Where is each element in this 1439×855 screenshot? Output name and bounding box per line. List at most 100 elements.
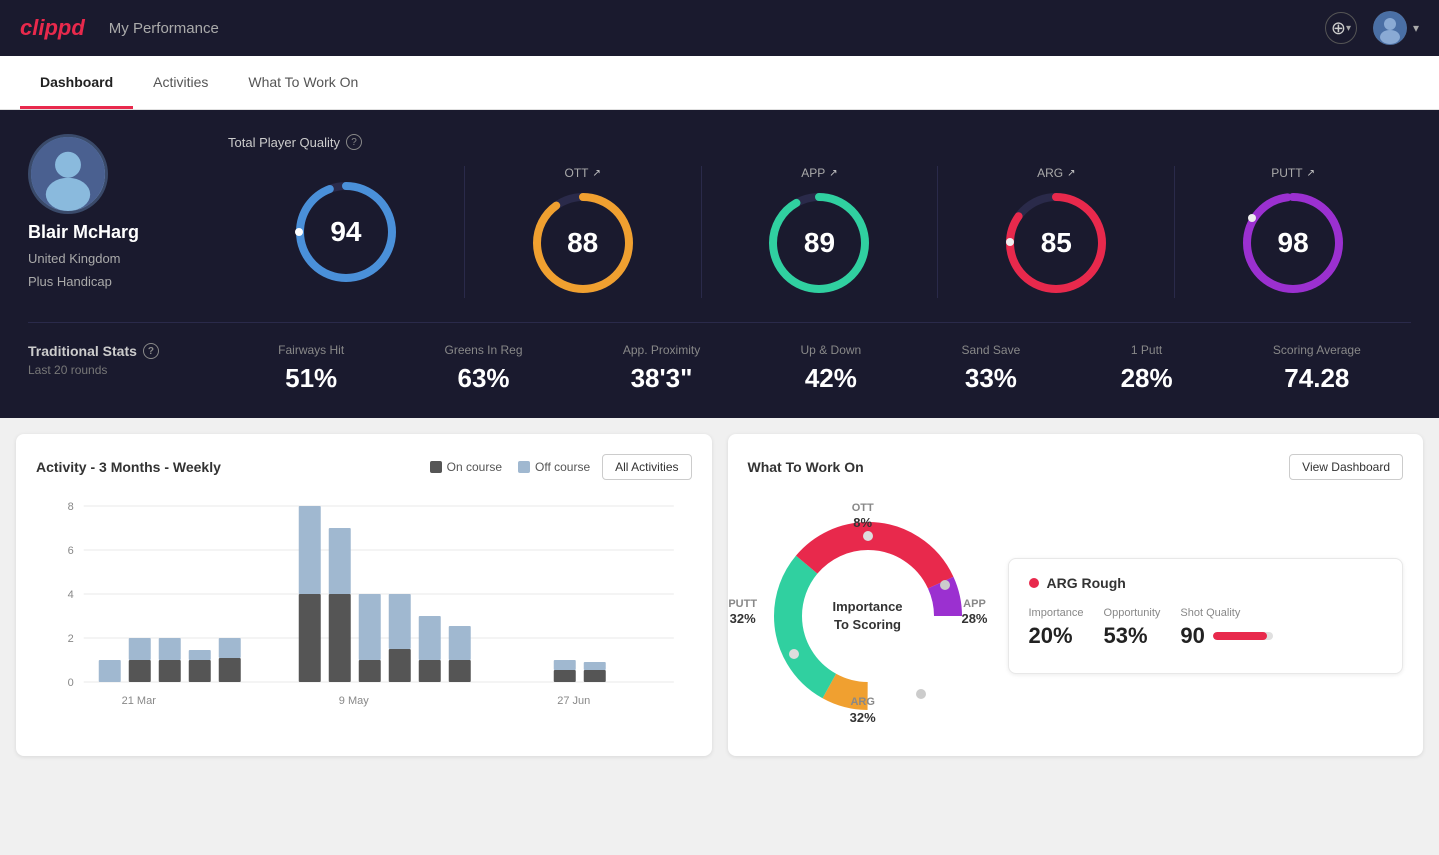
putt-value: 98 bbox=[1278, 227, 1309, 259]
view-dashboard-button[interactable]: View Dashboard bbox=[1289, 454, 1403, 480]
svg-text:27 Jun: 27 Jun bbox=[557, 695, 590, 707]
work-on-card-header: What To Work On View Dashboard bbox=[748, 454, 1404, 480]
fairways-value: 51% bbox=[285, 363, 337, 394]
arg-circle: 85 bbox=[1001, 188, 1111, 298]
putt-donut-label: PUTT 32% bbox=[728, 597, 757, 628]
traditional-stats: Traditional Stats ? Last 20 rounds Fairw… bbox=[28, 322, 1411, 394]
on-course-dot bbox=[430, 461, 442, 473]
trad-metrics: Fairways Hit 51% Greens In Reg 63% App. … bbox=[228, 343, 1411, 394]
trad-metric-sandsave: Sand Save 33% bbox=[962, 343, 1021, 394]
app-value: 89 bbox=[804, 227, 835, 259]
quality-putt: PUTT ↗ 98 bbox=[1174, 166, 1411, 298]
gir-label: Greens In Reg bbox=[444, 343, 522, 357]
arg-arrow-icon: ↗ bbox=[1067, 168, 1075, 179]
player-handicap: Plus Handicap bbox=[28, 274, 112, 289]
work-on-card: What To Work On View Dashboard bbox=[728, 434, 1424, 756]
svg-text:9 May: 9 May bbox=[339, 695, 369, 707]
app-label: APP ↗ bbox=[801, 166, 837, 180]
quality-ott: OTT ↗ 88 bbox=[464, 166, 701, 298]
arg-value: 85 bbox=[1041, 227, 1072, 259]
donut-labels: OTT 8% APP 28% ARG 32% PUTT 32% bbox=[748, 496, 988, 736]
player-name: Blair McHarg bbox=[28, 222, 139, 243]
ott-donut-label: OTT 8% bbox=[852, 501, 874, 532]
header: clippd My Performance ⊕ ▾ ▾ bbox=[0, 0, 1439, 56]
shot-quality-bar-fill bbox=[1213, 632, 1267, 640]
quality-total: 94 bbox=[228, 177, 464, 287]
stats-banner: Blair McHarg United Kingdom Plus Handica… bbox=[0, 110, 1439, 418]
header-actions: ⊕ ▾ ▾ bbox=[1325, 11, 1419, 45]
trad-metric-gir: Greens In Reg 63% bbox=[444, 343, 522, 394]
1putt-label: 1 Putt bbox=[1131, 343, 1162, 357]
quality-info-icon[interactable]: ? bbox=[346, 134, 362, 150]
legend-off-course: Off course bbox=[518, 460, 590, 474]
scoring-value: 74.28 bbox=[1284, 363, 1349, 394]
svg-text:0: 0 bbox=[68, 677, 74, 689]
ott-arrow-icon: ↗ bbox=[593, 168, 601, 179]
arg-shot-quality-metric: Shot Quality 90 bbox=[1180, 607, 1272, 649]
all-activities-button[interactable]: All Activities bbox=[602, 454, 691, 480]
trad-metric-updown: Up & Down 42% bbox=[801, 343, 862, 394]
tab-what-to-work-on[interactable]: What To Work On bbox=[228, 56, 378, 109]
tab-activities[interactable]: Activities bbox=[133, 56, 228, 109]
avatar bbox=[1373, 11, 1407, 45]
trad-metric-1putt: 1 Putt 28% bbox=[1121, 343, 1173, 394]
app-donut-label: APP 28% bbox=[961, 597, 987, 628]
player-info: Blair McHarg United Kingdom Plus Handica… bbox=[28, 134, 228, 289]
quality-circles: 94 OTT ↗ 88 bbox=[228, 166, 1411, 298]
trad-info-icon[interactable]: ? bbox=[143, 343, 159, 359]
ott-label: OTT ↗ bbox=[565, 166, 601, 180]
user-avatar-area[interactable]: ▾ bbox=[1373, 11, 1419, 45]
arg-opportunity-metric: Opportunity 53% bbox=[1104, 607, 1161, 649]
putt-arrow-icon: ↗ bbox=[1307, 168, 1315, 179]
user-chevron-icon: ▾ bbox=[1413, 21, 1419, 35]
arg-card-title: ARG Rough bbox=[1029, 575, 1383, 591]
shot-quality-bar-container: 90 bbox=[1180, 623, 1272, 649]
trad-label: Traditional Stats ? Last 20 rounds bbox=[28, 343, 228, 377]
trad-label-title: Traditional Stats ? bbox=[28, 343, 228, 359]
player-country: United Kingdom bbox=[28, 251, 121, 266]
donut-chart: Importance To Scoring OTT 8% APP 28% ARG bbox=[748, 496, 988, 736]
putt-circle: 98 bbox=[1238, 188, 1348, 298]
add-button[interactable]: ⊕ ▾ bbox=[1325, 12, 1357, 44]
work-on-content: Importance To Scoring OTT 8% APP 28% ARG bbox=[748, 496, 1404, 736]
activity-card-title: Activity - 3 Months - Weekly bbox=[36, 459, 221, 475]
activity-card-header: Activity - 3 Months - Weekly On course O… bbox=[36, 454, 692, 480]
gir-value: 63% bbox=[457, 363, 509, 394]
total-circle: 94 bbox=[291, 177, 401, 287]
arg-shot-quality-value: 90 bbox=[1180, 623, 1204, 649]
player-avatar bbox=[28, 134, 108, 214]
updown-label: Up & Down bbox=[801, 343, 862, 357]
trad-metric-proximity: App. Proximity 38'3" bbox=[623, 343, 700, 394]
stats-top: Blair McHarg United Kingdom Plus Handica… bbox=[28, 134, 1411, 298]
arg-donut-label: ARG 32% bbox=[850, 695, 876, 726]
app-arrow-icon: ↗ bbox=[829, 168, 837, 179]
arg-detail-card: ARG Rough Importance 20% Opportunity 53%… bbox=[1008, 558, 1404, 674]
work-on-title: What To Work On bbox=[748, 459, 864, 475]
chart-legend: On course Off course bbox=[430, 460, 591, 474]
arg-card-metrics: Importance 20% Opportunity 53% Shot Qual… bbox=[1029, 607, 1383, 649]
svg-text:2: 2 bbox=[68, 633, 74, 645]
chart-area: 8 6 4 2 0 bbox=[36, 496, 692, 716]
trad-metric-fairways: Fairways Hit 51% bbox=[278, 343, 344, 394]
quality-label: Total Player Quality ? bbox=[228, 134, 1411, 150]
ott-circle: 88 bbox=[528, 188, 638, 298]
shot-quality-bar-bg bbox=[1213, 632, 1273, 640]
add-chevron: ▾ bbox=[1346, 23, 1351, 34]
quality-app: APP ↗ 89 bbox=[701, 166, 938, 298]
trad-period: Last 20 rounds bbox=[28, 363, 228, 377]
off-course-dot bbox=[518, 461, 530, 473]
proximity-label: App. Proximity bbox=[623, 343, 700, 357]
total-value: 94 bbox=[330, 216, 361, 248]
tab-dashboard[interactable]: Dashboard bbox=[20, 56, 133, 109]
legend-on-course: On course bbox=[430, 460, 502, 474]
updown-value: 42% bbox=[805, 363, 857, 394]
svg-text:6: 6 bbox=[68, 545, 74, 557]
sandsave-value: 33% bbox=[965, 363, 1017, 394]
1putt-value: 28% bbox=[1121, 363, 1173, 394]
ott-value: 88 bbox=[567, 227, 598, 259]
activity-chart-svg: 8 6 4 2 0 bbox=[36, 496, 692, 716]
arg-importance-value: 20% bbox=[1029, 623, 1084, 649]
svg-text:21 Mar: 21 Mar bbox=[122, 695, 157, 707]
logo-area: clippd My Performance bbox=[20, 15, 219, 41]
app-circle: 89 bbox=[764, 188, 874, 298]
